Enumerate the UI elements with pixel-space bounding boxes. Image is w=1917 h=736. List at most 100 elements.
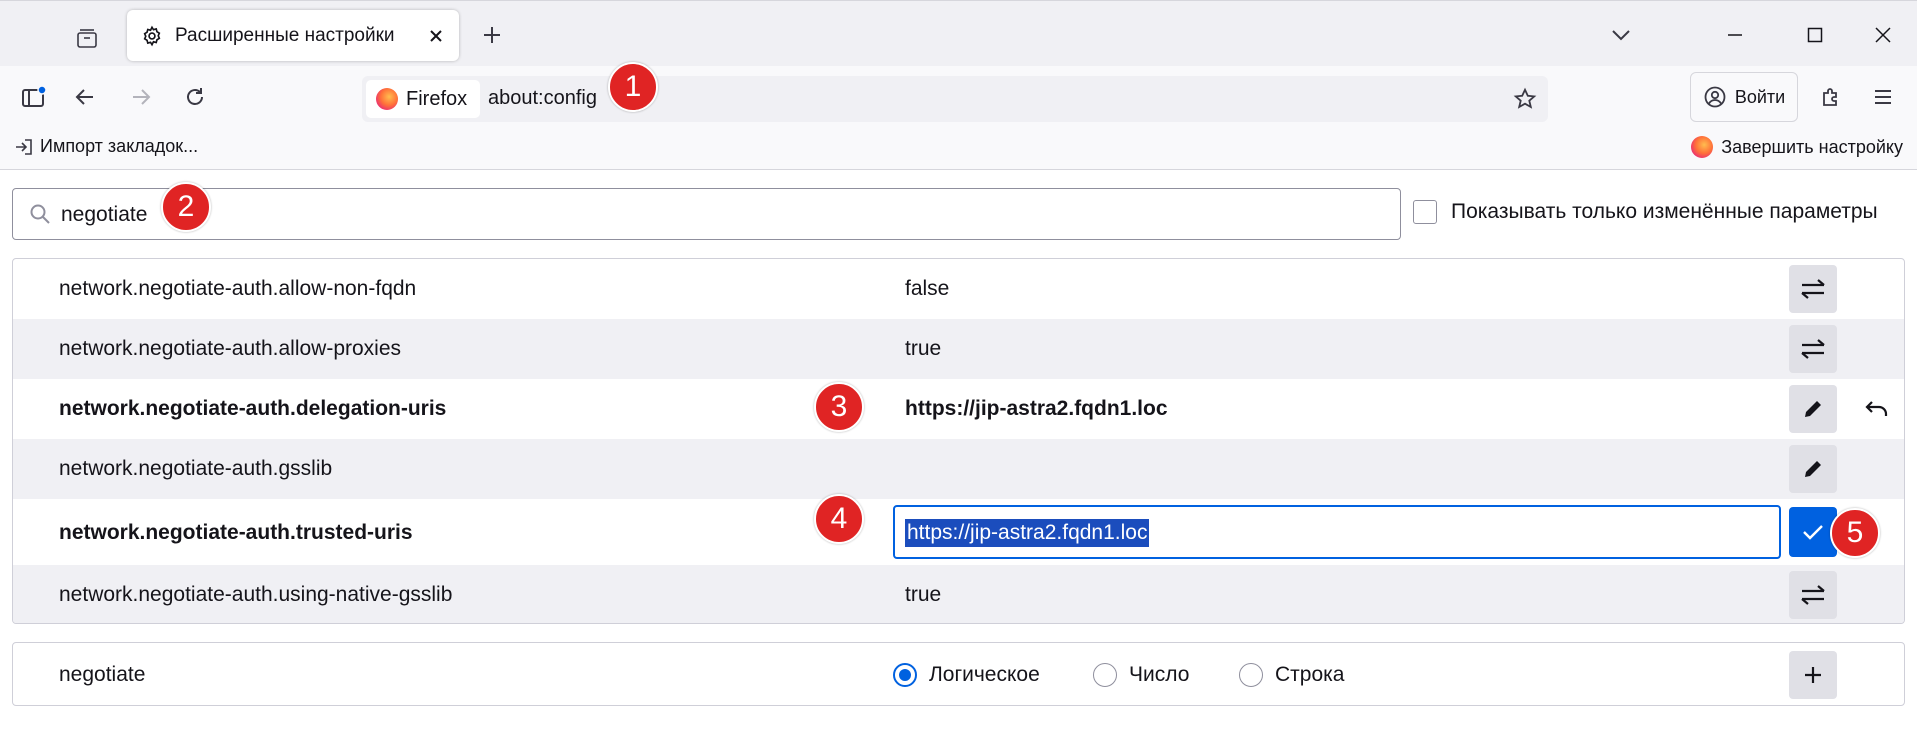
pref-name: network.negotiate-auth.allow-non-fqdn — [59, 277, 417, 300]
import-icon — [16, 138, 32, 155]
show-only-modified-checkbox[interactable] — [1413, 200, 1437, 224]
firefox-logo-icon — [1691, 136, 1714, 158]
annotation-badge-3: 3 — [814, 382, 864, 432]
navigation-toolbar: Firefox about:config Войти — [0, 66, 1917, 128]
pref-row-editing: network.negotiate-auth.trusted-uris http… — [13, 499, 1904, 565]
pref-value: https://jip-astra2.fqdn1.loc — [905, 397, 1168, 420]
puzzle-icon — [1823, 88, 1837, 106]
annotation-badge-5: 5 — [1830, 508, 1880, 558]
sidebar-icon — [22, 85, 47, 107]
new-pref-name: negotiate — [59, 663, 146, 686]
back-button[interactable] — [66, 78, 104, 116]
selected-value-text: https://jip-astra2.fqdn1.loc — [905, 519, 1150, 547]
pref-name: network.negotiate-auth.trusted-uris — [59, 521, 413, 544]
edit-button[interactable] — [1789, 445, 1837, 493]
type-radio-boolean[interactable]: Логическое — [893, 663, 1040, 687]
import-bookmarks-label: Импорт закладок... — [40, 136, 199, 156]
close-icon — [1875, 27, 1891, 43]
minimize-button[interactable] — [1718, 19, 1752, 51]
import-bookmarks-item[interactable]: Импорт закладок... — [14, 136, 198, 157]
pref-value: false — [905, 277, 950, 300]
url-input[interactable]: about:config — [488, 87, 597, 110]
extensions-button[interactable] — [1812, 78, 1850, 116]
type-label: Число — [1129, 663, 1190, 686]
arrow-left-icon — [75, 89, 93, 105]
pref-value-input[interactable]: https://jip-astra2.fqdn1.loc — [893, 505, 1781, 559]
annotation-badge-1: 1 — [608, 62, 658, 112]
sign-in-label: Войти — [1734, 86, 1786, 107]
toggle-button[interactable] — [1789, 325, 1837, 373]
toggle-icon — [1801, 585, 1825, 605]
pref-row: network.negotiate-auth.allow-proxies tru… — [13, 319, 1904, 379]
firefox-logo-icon — [376, 88, 398, 110]
plus-icon — [484, 27, 500, 43]
plus-icon — [1805, 667, 1821, 683]
type-radio-number[interactable]: Число — [1093, 663, 1189, 687]
reset-button[interactable] — [1857, 389, 1897, 429]
close-window-button[interactable] — [1866, 19, 1900, 51]
radio-unselected[interactable] — [1093, 663, 1117, 687]
bookmarks-toolbar: Импорт закладок... Завершить настройку — [0, 128, 1917, 170]
app-menu-button[interactable] — [1864, 78, 1902, 116]
pref-row: network.negotiate-auth.gsslib — [13, 439, 1904, 499]
sign-in-button[interactable]: Войти — [1690, 72, 1798, 122]
pencil-icon — [1805, 401, 1821, 417]
chevron-down-icon — [1612, 30, 1630, 41]
search-icon — [30, 204, 50, 224]
check-icon — [1803, 525, 1823, 540]
undo-icon — [1865, 401, 1888, 416]
toggle-icon — [1801, 279, 1825, 299]
pref-search-input[interactable]: negotiate — [12, 188, 1401, 240]
pref-name: network.negotiate-auth.allow-proxies — [59, 337, 402, 360]
prefs-table: network.negotiate-auth.allow-non-fqdn fa… — [12, 258, 1905, 624]
type-label: Логическое — [929, 663, 1040, 686]
type-label: Строка — [1275, 663, 1345, 686]
radio-unselected[interactable] — [1239, 663, 1263, 687]
list-all-tabs-button[interactable] — [1604, 19, 1638, 51]
tab-title: Расширенные настройки — [175, 24, 395, 46]
radio-selected[interactable] — [893, 663, 917, 687]
firefox-view-icon — [77, 29, 97, 48]
pref-name: network.negotiate-auth.using-native-gssl… — [59, 583, 453, 606]
account-icon — [1704, 86, 1726, 108]
show-only-modified-label: Показывать только изменённые параметры — [1451, 200, 1878, 223]
finish-setup-item[interactable]: Завершить настройку — [1691, 136, 1903, 158]
forward-button[interactable] — [122, 78, 160, 116]
pencil-icon — [1805, 461, 1821, 477]
pref-name: network.negotiate-auth.delegation-uris — [59, 397, 447, 420]
sidebar-button[interactable] — [14, 78, 52, 116]
edit-button[interactable] — [1789, 385, 1837, 433]
minimize-icon — [1728, 34, 1742, 36]
pref-value: true — [905, 337, 942, 360]
add-pref-row: negotiate Логическое Число Строка — [12, 642, 1905, 706]
annotation-badge-2: 2 — [161, 182, 211, 232]
type-radio-string[interactable]: Строка — [1239, 663, 1344, 687]
reload-icon — [187, 88, 203, 105]
hamburger-menu-icon — [1875, 90, 1891, 104]
pref-name: network.negotiate-auth.gsslib — [59, 457, 333, 480]
address-bar[interactable]: Firefox about:config — [362, 76, 1548, 122]
pref-row-modified: network.negotiate-auth.delegation-uris h… — [13, 379, 1904, 439]
annotation-badge-4: 4 — [814, 494, 864, 544]
show-only-modified-toggle[interactable]: Показывать только изменённые параметры — [1413, 200, 1878, 224]
toggle-button[interactable] — [1789, 265, 1837, 313]
bookmark-star-button[interactable] — [1510, 84, 1540, 114]
arrow-right-icon — [133, 89, 151, 105]
toggle-button[interactable] — [1789, 571, 1837, 619]
pref-row: network.negotiate-auth.using-native-gssl… — [13, 565, 1904, 623]
reload-button[interactable] — [176, 78, 214, 116]
firefox-view-button[interactable] — [70, 21, 104, 55]
gear-icon — [139, 23, 165, 49]
identity-box[interactable]: Firefox — [366, 80, 480, 118]
add-pref-button[interactable] — [1789, 651, 1837, 699]
close-tab-icon[interactable] — [421, 21, 451, 51]
tab-strip: Расширенные настройки — [0, 0, 1917, 66]
tab-advanced-settings[interactable]: Расширенные настройки — [127, 10, 459, 61]
identity-label: Firefox — [406, 87, 468, 110]
search-value: negotiate — [61, 203, 148, 226]
new-tab-button[interactable] — [476, 19, 508, 51]
toggle-icon — [1801, 339, 1825, 359]
maximize-button[interactable] — [1798, 19, 1832, 51]
finish-setup-label: Завершить настройку — [1721, 136, 1903, 157]
pref-row: network.negotiate-auth.allow-non-fqdn fa… — [13, 259, 1904, 319]
